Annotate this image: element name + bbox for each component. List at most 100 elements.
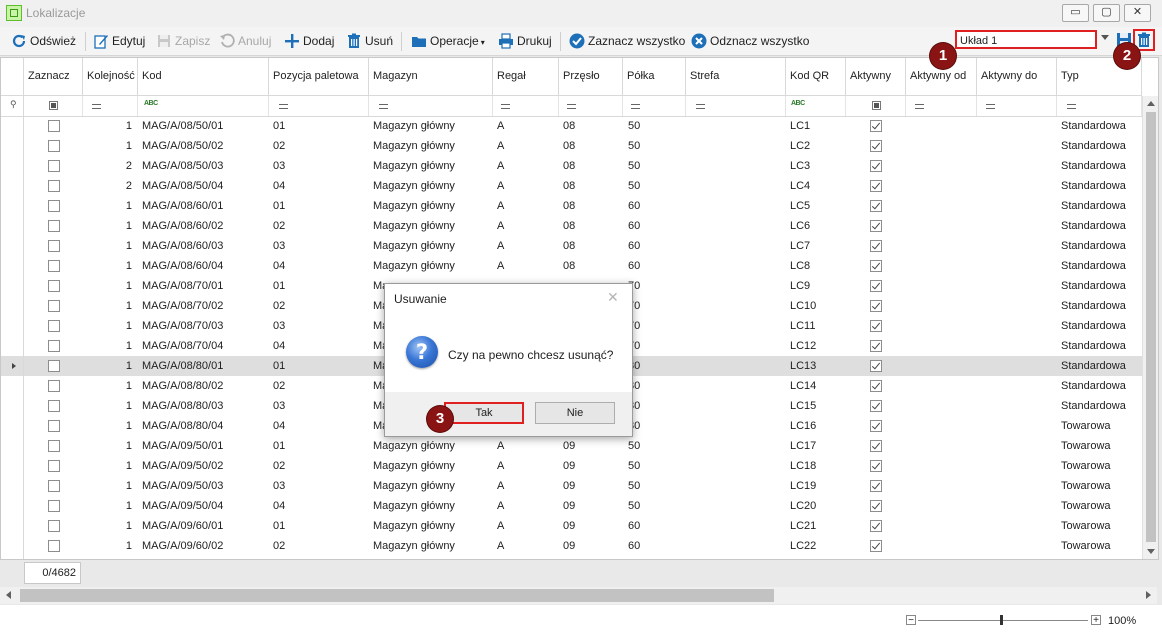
- minimize-button[interactable]: ▭: [1062, 4, 1089, 22]
- layout-dropdown-arrow-icon[interactable]: [1101, 35, 1109, 40]
- col-header-polka[interactable]: Półka: [623, 58, 686, 96]
- active-checkbox[interactable]: [870, 500, 882, 512]
- active-checkbox[interactable]: [870, 520, 882, 532]
- row-select-checkbox[interactable]: [48, 240, 60, 252]
- filter-strefa[interactable]: [686, 96, 786, 116]
- filter-zaznacz[interactable]: [24, 96, 83, 116]
- save-button[interactable]: Zapisz: [156, 33, 210, 49]
- deselect-all-button[interactable]: Odznacz wszystko: [691, 33, 809, 49]
- horizontal-scrollbar[interactable]: [0, 587, 1157, 604]
- active-checkbox[interactable]: [870, 160, 882, 172]
- active-checkbox[interactable]: [870, 480, 882, 492]
- table-row[interactable]: 1 MAG/A/09/50/02 02 Magazyn główny A 09 50 LC18…: [1, 456, 1142, 476]
- filter-kolejnosc[interactable]: [83, 96, 138, 116]
- table-row[interactable]: 1 MAG/A/08/60/01 01 Magazyn główny A 08 60 LC5 S…: [1, 196, 1142, 216]
- table-row[interactable]: 1 MAG/A/08/60/02 02 Magazyn główny A 08 60 LC6 S…: [1, 216, 1142, 236]
- vertical-scrollbar[interactable]: [1142, 96, 1158, 559]
- active-checkbox[interactable]: [870, 240, 882, 252]
- col-header-zaznacz[interactable]: Zaznacz: [24, 58, 83, 96]
- col-header-regal[interactable]: Regał: [493, 58, 559, 96]
- scroll-left-icon[interactable]: [6, 591, 11, 599]
- filter-kod-qr[interactable]: ABC: [786, 96, 846, 116]
- horizontal-scroll-thumb[interactable]: [20, 589, 774, 602]
- row-select-checkbox[interactable]: [48, 380, 60, 392]
- active-checkbox[interactable]: [870, 360, 882, 372]
- row-select-checkbox[interactable]: [48, 180, 60, 192]
- row-select-checkbox[interactable]: [48, 460, 60, 472]
- active-checkbox[interactable]: [870, 440, 882, 452]
- col-header-kod-qr[interactable]: Kod QR: [786, 58, 846, 96]
- active-checkbox[interactable]: [870, 300, 882, 312]
- yes-button[interactable]: Tak: [444, 402, 524, 424]
- active-checkbox[interactable]: [870, 260, 882, 272]
- col-header-strefa[interactable]: Strefa: [686, 58, 786, 96]
- scroll-up-icon[interactable]: [1147, 101, 1155, 106]
- active-checkbox[interactable]: [870, 280, 882, 292]
- scroll-down-icon[interactable]: [1147, 549, 1155, 554]
- table-row[interactable]: 2 MAG/A/08/50/04 04 Magazyn główny A 08 50 LC4 S…: [1, 176, 1142, 196]
- col-header-kod[interactable]: Kod: [138, 58, 269, 96]
- table-row[interactable]: 1 MAG/A/09/50/04 04 Magazyn główny A 09 50 LC20…: [1, 496, 1142, 516]
- row-select-checkbox[interactable]: [48, 540, 60, 552]
- row-select-checkbox[interactable]: [48, 140, 60, 152]
- filter-regal[interactable]: [493, 96, 559, 116]
- row-select-checkbox[interactable]: [48, 360, 60, 372]
- active-checkbox[interactable]: [870, 540, 882, 552]
- active-checkbox[interactable]: [870, 380, 882, 392]
- col-header-kolejnosc[interactable]: Kolejność: [83, 58, 138, 96]
- row-select-checkbox[interactable]: [48, 280, 60, 292]
- row-select-checkbox[interactable]: [48, 340, 60, 352]
- col-header-aktywny-do[interactable]: Aktywny do: [977, 58, 1057, 96]
- refresh-button[interactable]: Odśwież: [11, 33, 76, 49]
- filter-polka[interactable]: [623, 96, 686, 116]
- active-checkbox[interactable]: [870, 180, 882, 192]
- table-row[interactable]: 1 MAG/A/08/60/03 03 Magazyn główny A 08 60 LC7 S…: [1, 236, 1142, 256]
- row-select-checkbox[interactable]: [48, 500, 60, 512]
- row-select-checkbox[interactable]: [48, 480, 60, 492]
- print-button[interactable]: Drukuj: [498, 33, 552, 49]
- col-header-przeslo[interactable]: Przęsło: [559, 58, 623, 96]
- row-select-checkbox[interactable]: [48, 120, 60, 132]
- table-row[interactable]: 1 MAG/A/08/50/02 02 Magazyn główny A 08 50 LC2 S…: [1, 136, 1142, 156]
- active-checkbox[interactable]: [870, 460, 882, 472]
- table-row[interactable]: 1 MAG/A/08/60/04 04 Magazyn główny A 08 60 LC8 S…: [1, 256, 1142, 276]
- filter-typ[interactable]: [1057, 96, 1142, 116]
- row-select-checkbox[interactable]: [48, 300, 60, 312]
- col-header-pozycja[interactable]: Pozycja paletowa: [269, 58, 369, 96]
- col-header-magazyn[interactable]: Magazyn: [369, 58, 493, 96]
- active-checkbox[interactable]: [870, 140, 882, 152]
- row-select-checkbox[interactable]: [48, 520, 60, 532]
- layout-select[interactable]: Układ 1: [955, 30, 1097, 49]
- row-select-checkbox[interactable]: [48, 400, 60, 412]
- active-checkbox[interactable]: [870, 120, 882, 132]
- table-row[interactable]: 1 MAG/A/09/60/01 01 Magazyn główny A 09 60 LC21…: [1, 516, 1142, 536]
- row-select-checkbox[interactable]: [48, 220, 60, 232]
- table-row[interactable]: 2 MAG/A/08/50/03 03 Magazyn główny A 08 50 LC3 S…: [1, 156, 1142, 176]
- zoom-in-button[interactable]: +: [1091, 615, 1101, 626]
- add-button[interactable]: Dodaj: [284, 33, 334, 49]
- row-select-checkbox[interactable]: [48, 260, 60, 272]
- table-row[interactable]: 1 MAG/A/08/50/01 01 Magazyn główny A 08 50 LC1 S…: [1, 116, 1142, 136]
- active-checkbox[interactable]: [870, 320, 882, 332]
- col-header-aktywny[interactable]: Aktywny: [846, 58, 906, 96]
- active-checkbox[interactable]: [870, 200, 882, 212]
- zoom-out-button[interactable]: −: [906, 615, 916, 626]
- no-button[interactable]: Nie: [535, 402, 615, 424]
- row-select-checkbox[interactable]: [48, 320, 60, 332]
- edit-button[interactable]: Edytuj: [93, 33, 145, 49]
- operations-menu[interactable]: Operacje ▾: [411, 33, 485, 49]
- select-all-button[interactable]: Zaznacz wszystko: [569, 33, 685, 49]
- cancel-button[interactable]: Anuluj: [219, 33, 271, 49]
- close-button[interactable]: ✕: [1124, 4, 1151, 22]
- active-checkbox[interactable]: [870, 220, 882, 232]
- row-select-checkbox[interactable]: [48, 420, 60, 432]
- filter-magazyn[interactable]: [369, 96, 493, 116]
- table-row[interactable]: 1 MAG/A/09/50/03 03 Magazyn główny A 09 50 LC19…: [1, 476, 1142, 496]
- filter-przeslo[interactable]: [559, 96, 623, 116]
- filter-pozycja[interactable]: [269, 96, 369, 116]
- filter-aktywny-od[interactable]: [906, 96, 977, 116]
- scroll-right-icon[interactable]: [1146, 591, 1151, 599]
- row-select-checkbox[interactable]: [48, 200, 60, 212]
- table-row[interactable]: 1 MAG/A/09/50/01 01 Magazyn główny A 09 50 LC17…: [1, 436, 1142, 456]
- row-select-checkbox[interactable]: [48, 160, 60, 172]
